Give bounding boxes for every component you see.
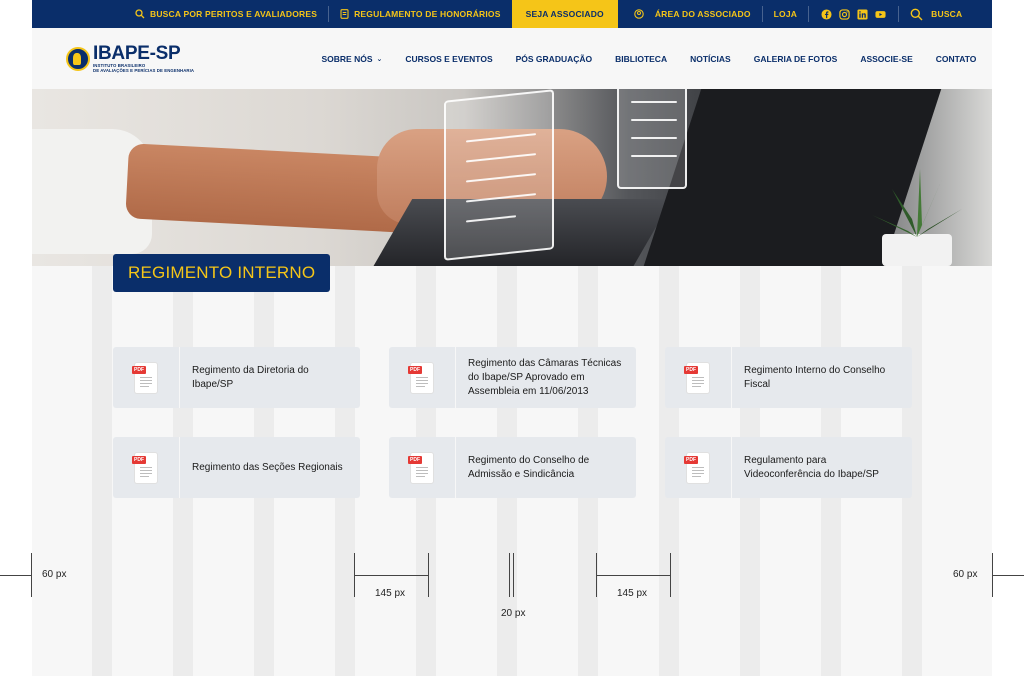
nav-label: SOBRE NÓS xyxy=(321,53,373,64)
page-frame: BUSCA POR PERITOS E AVALIADORES REGULAME… xyxy=(32,0,992,676)
pdf-badge: PDF xyxy=(132,455,146,464)
main-nav: SOBRE NÓS ⌄ CURSOS E EVENTOS PÓS GRADUAÇ… xyxy=(310,54,988,64)
nav-label: BIBLIOTECA xyxy=(615,53,668,64)
page-title: REGIMENTO INTERNO xyxy=(113,254,331,292)
find-experts-link[interactable]: BUSCA POR PERITOS E AVALIADORES xyxy=(124,0,328,28)
logo-text: IBAPE-SP INSTITUTO BRASILEIRO DE AVALIAÇ… xyxy=(93,42,195,73)
nav-item-about[interactable]: SOBRE NÓS ⌄ xyxy=(310,54,394,64)
logo-emblem-icon xyxy=(66,46,90,71)
member-area-label: ÁREA DO ASSOCIADO xyxy=(654,9,751,19)
margin-right-label: 60 px xyxy=(953,569,978,580)
pdf-file-icon: PDF xyxy=(684,362,709,393)
margin-left-dim-line xyxy=(0,575,32,576)
nav-label: PÓS GRADUAÇÃO xyxy=(515,53,593,64)
document-title: Regimento Interno do Conselho Fiscal xyxy=(744,364,886,390)
search-icon xyxy=(135,9,145,19)
margin-right-dim-line xyxy=(992,575,1024,576)
nav-label: CURSOS E EVENTOS xyxy=(405,53,493,64)
top-utility-bar: BUSCA POR PERITOS E AVALIADORES REGULAME… xyxy=(32,0,992,28)
column-dim-line xyxy=(596,575,671,576)
pdf-badge: PDF xyxy=(684,365,698,374)
nav-item-join[interactable]: ASSOCIE-SE xyxy=(849,54,924,64)
store-label: LOJA xyxy=(773,9,798,19)
clipboard-icon xyxy=(444,89,554,261)
gutter-width-label: 20 px xyxy=(501,608,526,619)
gutter-dim-tick xyxy=(509,553,510,597)
nav-item-library[interactable]: BIBLIOTECA xyxy=(604,54,679,64)
document-title: Regimento do Conselho de Admissão e Sind… xyxy=(468,454,590,480)
document-card[interactable]: PDF Regimento Interno do Conselho Fiscal xyxy=(665,347,912,408)
hero-banner-image xyxy=(32,89,992,266)
pdf-file-icon: PDF xyxy=(132,452,157,483)
document-card[interactable]: PDF Regimento do Conselho de Admissão e … xyxy=(389,437,636,498)
document-card[interactable]: PDF Regulamento para Videoconferência do… xyxy=(665,437,912,498)
document-title: Regulamento para Videoconferência do Iba… xyxy=(744,454,879,480)
search-button[interactable]: BUSCA xyxy=(899,0,973,28)
document-title: Regimento da Diretoria do Ibape/SP xyxy=(192,364,309,390)
pdf-file-icon: PDF xyxy=(132,362,157,393)
member-area-link[interactable]: ÁREA DO ASSOCIADO xyxy=(618,0,762,28)
gutter-dim-tick xyxy=(513,553,514,597)
facebook-icon[interactable] xyxy=(821,8,832,20)
user-circle-icon xyxy=(634,9,644,19)
pdf-icon-wrap: PDF xyxy=(389,347,455,408)
linkedin-icon[interactable] xyxy=(857,8,868,20)
become-member-button[interactable]: SEJA ASSOCIADO xyxy=(511,0,618,28)
pdf-badge: PDF xyxy=(408,365,422,374)
nav-item-postgrad[interactable]: PÓS GRADUAÇÃO xyxy=(504,54,604,64)
document-title: Regimento das Câmaras Técnicas do Ibape/… xyxy=(468,357,622,397)
nav-item-news[interactable]: NOTÍCIAS xyxy=(679,54,743,64)
pdf-file-icon: PDF xyxy=(408,452,433,483)
margin-left-dim-tick xyxy=(31,553,32,597)
document-icon xyxy=(340,9,349,19)
find-experts-label: BUSCA POR PERITOS E AVALIADORES xyxy=(150,9,318,19)
pdf-file-icon: PDF xyxy=(408,362,433,393)
search-icon xyxy=(910,8,923,20)
document-card[interactable]: PDF Regimento das Seções Regionais xyxy=(113,437,360,498)
fees-regulation-link[interactable]: REGULAMENTO DE HONORÁRIOS xyxy=(329,0,512,28)
instagram-icon[interactable] xyxy=(839,8,850,20)
nav-item-courses[interactable]: CURSOS E EVENTOS xyxy=(394,54,504,64)
nav-label: CONTATO xyxy=(935,53,977,64)
pdf-icon-wrap: PDF xyxy=(389,437,455,498)
document-title: Regimento das Seções Regionais xyxy=(192,461,343,473)
column-width-label: 145 px xyxy=(375,588,406,599)
page-title-text: REGIMENTO INTERNO xyxy=(128,263,316,282)
nav-item-gallery[interactable]: GALERIA DE FOTOS xyxy=(742,54,849,64)
fees-regulation-label: REGULAMENTO DE HONORÁRIOS xyxy=(354,9,501,19)
pdf-badge: PDF xyxy=(132,365,146,374)
chevron-down-icon: ⌄ xyxy=(376,55,383,63)
pdf-icon-wrap: PDF xyxy=(113,347,179,408)
document-icon xyxy=(617,89,687,189)
margin-right-dim-tick xyxy=(992,553,993,597)
logo-subtitle-2: DE AVALIAÇÕES E PERÍCIAS DE ENGENHARIA xyxy=(93,67,195,73)
column-dim-line xyxy=(354,575,429,576)
nav-label: ASSOCIE-SE xyxy=(860,53,913,64)
nav-label: GALERIA DE FOTOS xyxy=(753,53,838,64)
document-card[interactable]: PDF Regimento da Diretoria do Ibape/SP xyxy=(113,347,360,408)
social-links xyxy=(809,8,898,20)
grid-gutter xyxy=(92,266,112,676)
main-header: IBAPE-SP INSTITUTO BRASILEIRO DE AVALIAÇ… xyxy=(32,28,992,89)
pdf-file-icon: PDF xyxy=(684,452,709,483)
site-logo[interactable]: IBAPE-SP INSTITUTO BRASILEIRO DE AVALIAÇ… xyxy=(66,42,266,73)
pdf-icon-wrap: PDF xyxy=(113,437,179,498)
document-card[interactable]: PDF Regimento das Câmaras Técnicas do Ib… xyxy=(389,347,636,408)
pdf-icon-wrap: PDF xyxy=(665,347,731,408)
logo-name: IBAPE-SP xyxy=(93,42,181,64)
nav-label: NOTÍCIAS xyxy=(690,53,731,64)
youtube-icon[interactable] xyxy=(875,9,886,20)
store-link[interactable]: LOJA xyxy=(763,0,808,28)
search-label: BUSCA xyxy=(931,9,963,19)
pdf-badge: PDF xyxy=(408,455,422,464)
plant-image xyxy=(872,169,962,266)
column-width-label-right: 145 px xyxy=(617,588,648,599)
become-member-label: SEJA ASSOCIADO xyxy=(525,9,604,19)
pdf-badge: PDF xyxy=(684,455,698,464)
margin-left-label: 60 px xyxy=(42,569,67,580)
pdf-icon-wrap: PDF xyxy=(665,437,731,498)
nav-item-contact[interactable]: CONTATO xyxy=(924,54,988,64)
